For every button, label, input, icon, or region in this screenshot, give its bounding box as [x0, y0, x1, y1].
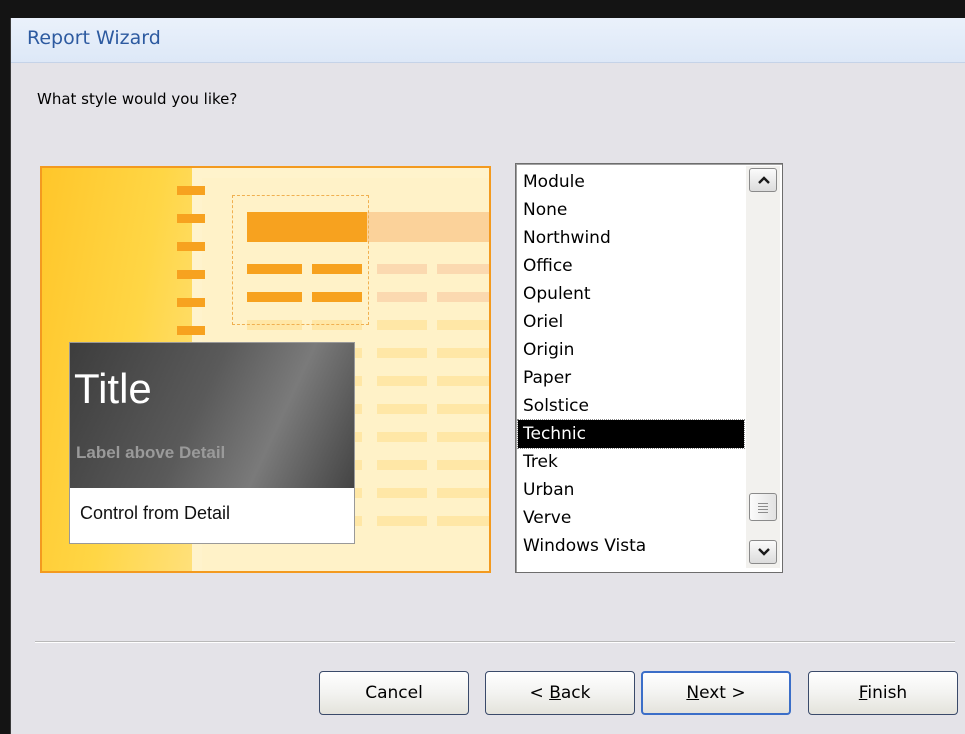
style-option[interactable]: Module	[518, 168, 744, 196]
back-prefix: <	[529, 683, 550, 703]
scroll-thumb[interactable]	[749, 493, 777, 521]
next-button[interactable]: Next >	[641, 671, 791, 715]
scroll-up-button[interactable]	[749, 168, 777, 192]
preview-row-bar	[437, 488, 489, 498]
back-access-key: B	[549, 683, 561, 703]
style-option[interactable]: Northwind	[518, 224, 744, 252]
preview-row-bar	[437, 264, 489, 274]
back-button[interactable]: < Back	[485, 671, 635, 715]
next-access-key: N	[686, 683, 700, 703]
cancel-button[interactable]: Cancel	[319, 671, 469, 715]
button-separator	[35, 641, 955, 643]
preview-label: Label above Detail	[76, 443, 226, 462]
finish-rest: inish	[867, 683, 908, 703]
listbox-scrollbar[interactable]	[746, 166, 780, 568]
style-option[interactable]: Windows Vista	[518, 532, 744, 560]
preview-row-bar	[437, 348, 489, 358]
window-title: Report Wizard	[27, 27, 161, 49]
scroll-down-button[interactable]	[749, 540, 777, 564]
preview-row-bar	[437, 320, 489, 330]
preview-row-bar	[377, 404, 427, 414]
binder-tab-icon	[177, 326, 205, 335]
preview-selection-outline	[232, 195, 369, 325]
style-option[interactable]: Office	[518, 252, 744, 280]
style-option[interactable]: Paper	[518, 364, 744, 392]
preview-control: Control from Detail	[80, 503, 231, 523]
style-option[interactable]: Origin	[518, 336, 744, 364]
style-question: What style would you like?	[37, 90, 238, 108]
preview-row-bar	[377, 292, 427, 302]
preview-row-bar	[437, 404, 489, 414]
preview-card: Title Label above Detail Control from De…	[69, 342, 355, 544]
back-rest: ack	[560, 683, 591, 703]
style-list: Module None Northwind Office Opulent Oriel Ori…	[517, 168, 745, 560]
binder-tab-icon	[177, 298, 205, 307]
preview-row-bar	[437, 460, 489, 470]
binder-tab-icon	[177, 242, 205, 251]
style-option[interactable]: Urban	[518, 476, 744, 504]
binder-tab-icon	[177, 186, 205, 195]
preview-row-bar	[377, 516, 427, 526]
grip-line-icon	[758, 512, 768, 513]
preview-row-bar	[437, 376, 489, 386]
style-option[interactable]: Verve	[518, 504, 744, 532]
style-option[interactable]: Solstice	[518, 392, 744, 420]
preview-row-bar	[377, 264, 427, 274]
style-option[interactable]: Technic	[517, 419, 745, 449]
chevron-up-icon	[758, 176, 770, 184]
binder-tab-icon	[177, 270, 205, 279]
desktop-background: Report Wizard What style would you like?…	[0, 0, 965, 734]
preview-row-bar	[377, 376, 427, 386]
binder-tab-icon	[177, 214, 205, 223]
preview-row-bar	[437, 516, 489, 526]
style-option[interactable]: None	[518, 196, 744, 224]
chevron-down-icon	[758, 548, 770, 556]
style-option[interactable]: Opulent	[518, 280, 744, 308]
preview-row-bar	[377, 320, 427, 330]
report-wizard-dialog: Report Wizard What style would you like?…	[10, 18, 965, 734]
preview-row-bar	[437, 432, 489, 442]
grip-line-icon	[758, 503, 768, 504]
preview-row-bar	[377, 488, 427, 498]
preview-row-bar	[437, 292, 489, 302]
preview-row-bar	[377, 432, 427, 442]
preview-header-bar-light	[367, 212, 489, 242]
title-bar: Report Wizard	[11, 18, 965, 63]
style-listbox[interactable]: Module None Northwind Office Opulent Oriel Ori…	[515, 163, 783, 573]
style-option[interactable]: Trek	[518, 448, 744, 476]
grip-line-icon	[758, 506, 768, 507]
grip-line-icon	[758, 509, 768, 510]
style-preview: Title Label above Detail Control from De…	[40, 166, 491, 573]
preview-title: Title	[74, 365, 152, 412]
preview-row-bar	[377, 460, 427, 470]
preview-row-bar	[377, 348, 427, 358]
next-rest: ext >	[699, 683, 746, 703]
finish-button[interactable]: Finish	[808, 671, 958, 715]
style-option[interactable]: Oriel	[518, 308, 744, 336]
